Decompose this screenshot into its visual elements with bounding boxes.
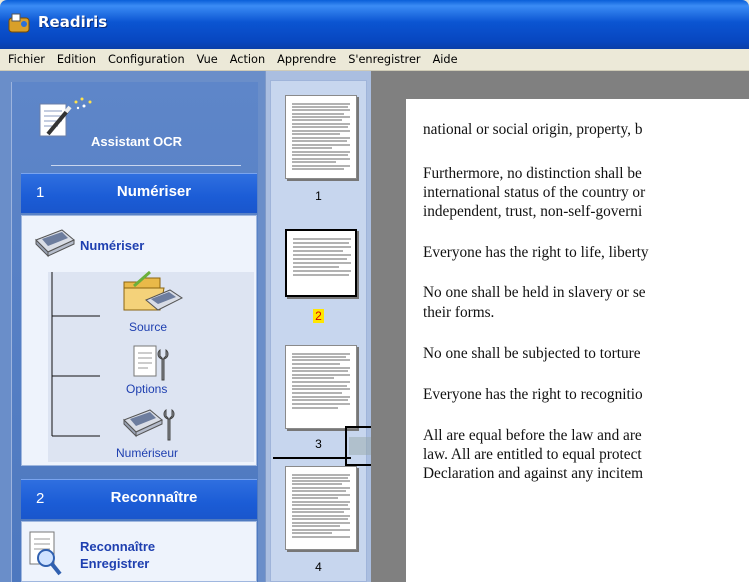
- doc-line: Furthermore, no distinction shall be: [423, 165, 642, 182]
- page-text-preview: [292, 353, 350, 409]
- reconnaitre-enregistrer-link[interactable]: Reconnaître Enregistrer: [80, 538, 155, 572]
- window-title: Readiris: [38, 13, 108, 31]
- doc-line: No one shall be subjected to torture: [423, 345, 641, 362]
- document-page: national or social origin, property, b F…: [406, 99, 749, 582]
- reconnaitre-label: Reconnaître: [80, 539, 156, 554]
- document-magnifier-icon[interactable]: [28, 530, 64, 578]
- scanner-wrench-icon[interactable]: [122, 406, 182, 442]
- menu-edition[interactable]: Edition: [51, 50, 102, 70]
- doc-line: independent, trust, non-self-governi: [423, 203, 643, 220]
- page-text-preview: [292, 103, 350, 170]
- menu-vue[interactable]: Vue: [191, 50, 224, 70]
- step-1-panel: Numériser Source Options Numériseur: [21, 215, 257, 466]
- page-text-preview: [293, 238, 351, 276]
- page-thumbnail-1[interactable]: [285, 95, 357, 179]
- drag-ghost: [349, 437, 371, 455]
- page-number-2-selected: 2: [313, 309, 324, 323]
- page-text-preview: [292, 474, 350, 538]
- drag-insert-line: [273, 457, 351, 459]
- source-link[interactable]: Source: [129, 320, 167, 334]
- page-thumbnail-2[interactable]: [285, 229, 357, 297]
- step-1-title: Numériser: [116, 183, 192, 200]
- menu-action[interactable]: Action: [224, 50, 271, 70]
- document-wrench-icon[interactable]: [132, 344, 172, 384]
- enregistrer-label: Enregistrer: [80, 556, 150, 571]
- step-1-header[interactable]: 1 Numériser: [21, 173, 257, 213]
- readiris-app-icon: [8, 13, 30, 33]
- assistant-ocr-label: Assistant OCR: [91, 134, 183, 149]
- divider: [51, 165, 241, 166]
- page-thumbnail-4[interactable]: [285, 466, 357, 550]
- folder-scanner-icon[interactable]: [120, 270, 184, 316]
- step-2-header[interactable]: 2 Reconnaître: [21, 479, 257, 519]
- doc-line: All are equal before the law and are: [423, 427, 642, 444]
- menu-configuration[interactable]: Configuration: [102, 50, 191, 70]
- menu-bar: Fichier Edition Configuration Vue Action…: [0, 49, 749, 71]
- doc-line: national or social origin, property, b: [423, 121, 643, 138]
- menu-apprendre[interactable]: Apprendre: [271, 50, 342, 70]
- assistant-ocr-button[interactable]: Assistant OCR: [11, 82, 258, 172]
- doc-line: Declaration and against any incitem: [423, 465, 644, 482]
- thumbnail-strip-inner: 1 2 3 4: [270, 80, 367, 582]
- thumbnail-strip[interactable]: 1 2 3 4: [265, 71, 375, 582]
- menu-senregistrer[interactable]: S'enregistrer: [342, 50, 426, 70]
- doc-line: No one shall be held in slavery or se: [423, 284, 646, 301]
- doc-line: Everyone has the right to recognitio: [423, 386, 643, 403]
- step-2-panel: Reconnaître Enregistrer: [21, 521, 257, 582]
- doc-line: law. All are entitled to equal protect: [423, 446, 642, 463]
- menu-aide[interactable]: Aide: [427, 50, 464, 70]
- document-view[interactable]: national or social origin, property, b F…: [371, 71, 749, 582]
- page-number-4: 4: [315, 560, 322, 574]
- doc-line: their forms.: [423, 304, 495, 321]
- doc-line: Everyone has the right to life, liberty: [423, 244, 649, 261]
- menu-fichier[interactable]: Fichier: [2, 50, 51, 70]
- numeriseur-link[interactable]: Numériseur: [116, 446, 178, 460]
- doc-line: international status of the country or: [423, 184, 646, 201]
- title-bar[interactable]: Readiris: [0, 0, 749, 49]
- page-number-1: 1: [315, 189, 322, 203]
- step-2-title: Reconnaître: [110, 489, 198, 506]
- page-thumbnail-3[interactable]: [285, 345, 357, 429]
- options-link[interactable]: Options: [126, 382, 167, 396]
